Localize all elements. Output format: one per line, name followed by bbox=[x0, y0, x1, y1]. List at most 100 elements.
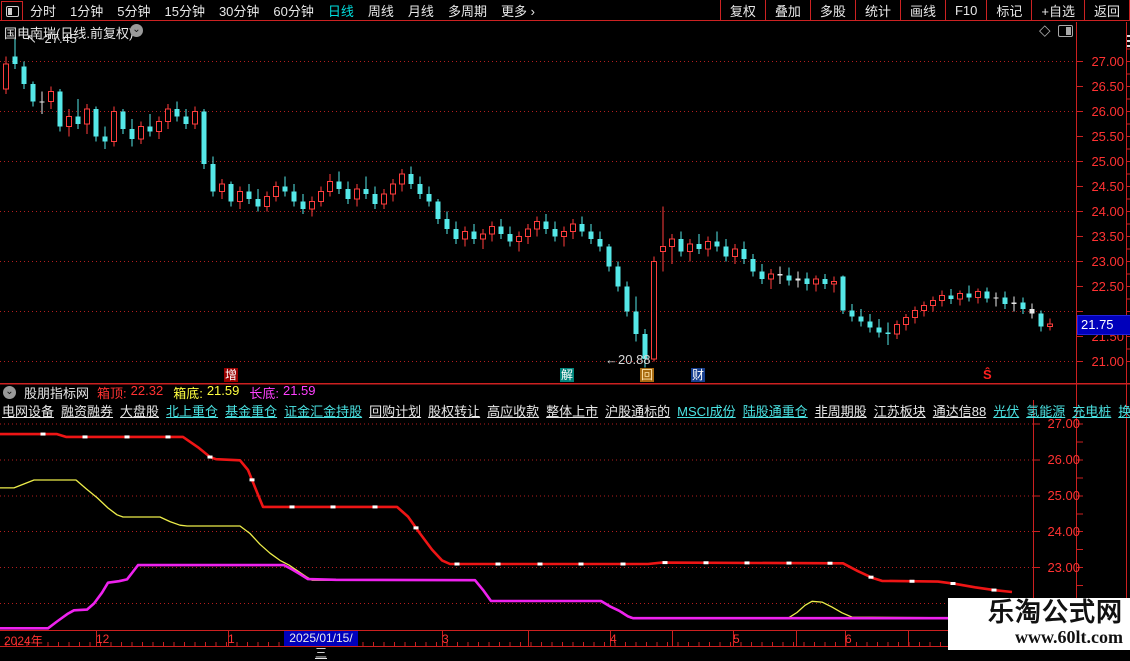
concept-tag-回购计划[interactable]: 回购计划 bbox=[369, 404, 421, 418]
period-tab-5分钟[interactable]: 5分钟 bbox=[117, 1, 150, 20]
concept-tag-通达信88[interactable]: 通达信88 bbox=[933, 404, 986, 418]
concept-tag-换电概念[interactable]: 换电概念 bbox=[1118, 404, 1130, 418]
price-axis-label: 24.00 bbox=[1091, 203, 1124, 219]
period-tab-30分钟[interactable]: 30分钟 bbox=[219, 1, 259, 20]
concept-tag-股权转让[interactable]: 股权转让 bbox=[428, 404, 480, 418]
price-axis-label: 22.50 bbox=[1091, 278, 1124, 294]
period-tab-日线[interactable]: 日线 bbox=[328, 1, 354, 20]
action-标记[interactable]: 标记 bbox=[987, 0, 1033, 21]
low-price-annotation: ←20.88 bbox=[605, 352, 651, 367]
event-badge-回[interactable]: 回 bbox=[640, 368, 655, 382]
action-叠加[interactable]: 叠加 bbox=[766, 0, 811, 21]
indicator-axis-label: 25.00 bbox=[1047, 487, 1080, 503]
indicator-axis-label: 23.00 bbox=[1047, 559, 1080, 575]
date-axis-label: 4 bbox=[610, 632, 617, 646]
concept-tag-光伏[interactable]: 光伏 bbox=[993, 404, 1019, 418]
price-axis-label: 26.50 bbox=[1091, 78, 1124, 94]
date-axis-label: 2024年 bbox=[4, 634, 43, 648]
period-tab-分时[interactable]: 分时 bbox=[30, 1, 56, 20]
date-axis-label: 12 bbox=[96, 632, 110, 646]
selected-date: 2025/01/15/ bbox=[289, 631, 353, 645]
price-axis-label: 21.00 bbox=[1091, 353, 1124, 369]
indicator-axis-label: 24.00 bbox=[1047, 523, 1080, 539]
event-badge-增[interactable]: 增 bbox=[224, 368, 239, 382]
price-axis-label: 23.00 bbox=[1091, 253, 1124, 269]
period-tab-1分钟[interactable]: 1分钟 bbox=[70, 1, 103, 20]
concept-tag-北上重仓[interactable]: 北上重仓 bbox=[166, 404, 218, 418]
indicator-field-label: 箱底: bbox=[173, 386, 203, 401]
concept-tag-电网设备[interactable]: 电网设备 bbox=[2, 404, 54, 418]
diamond-icon[interactable]: ◇ bbox=[1039, 23, 1051, 38]
price-axis-label: 27.00 bbox=[1091, 53, 1124, 69]
indicator-field: 箱底: 21.59 bbox=[173, 383, 239, 402]
toolbar-actions: 复权 叠加 多股 统计 画线 F10 标记 +自选 返回 bbox=[719, 0, 1130, 21]
chevron-down-icon[interactable]: ⌄ bbox=[130, 24, 143, 37]
action-复权[interactable]: 复权 bbox=[721, 0, 766, 21]
concept-tag-高应收款[interactable]: 高应收款 bbox=[487, 404, 539, 418]
concept-tag-基金重仓[interactable]: 基金重仓 bbox=[225, 404, 277, 418]
concept-tags-row: 电网设备 融资融券 大盘股 北上重仓 基金重仓 证金汇金持股 回购计划 股权转让 高应收款 整体上… bbox=[2, 401, 1130, 418]
indicator-source[interactable]: 股朋指标网 bbox=[24, 383, 89, 402]
half-filled-square-icon bbox=[5, 5, 19, 17]
title-row: 国电南瑞(日线.前复权) ⌄ ◇ bbox=[0, 21, 1130, 41]
indicator-field-label: 长底: bbox=[249, 386, 279, 401]
concept-tag-氢能源[interactable]: 氢能源 bbox=[1026, 404, 1065, 418]
date-axis-label: 1 bbox=[228, 632, 235, 646]
price-axis-label: 23.50 bbox=[1091, 228, 1124, 244]
top-toolbar: 分时 1分钟 5分钟 15分钟 30分钟 60分钟 日线 周线 月线 多周期 更多 › 复权 叠加 多股… bbox=[0, 0, 1130, 21]
price-axis-label: 25.00 bbox=[1091, 153, 1124, 169]
period-tab-周线[interactable]: 周线 bbox=[368, 1, 394, 20]
selected-date-badge[interactable]: 2025/01/15/三 bbox=[284, 631, 358, 660]
action-多股[interactable]: 多股 bbox=[811, 0, 856, 21]
indicator-field-value: 21.59 bbox=[282, 383, 316, 398]
event-badge-财[interactable]: 财 bbox=[691, 368, 706, 382]
indicator-axis-label: 26.00 bbox=[1047, 451, 1080, 467]
date-axis-label: 6 bbox=[845, 632, 852, 646]
period-tab-60分钟[interactable]: 60分钟 bbox=[273, 1, 313, 20]
indicator-field-value: 21.59 bbox=[206, 383, 240, 398]
watermark-title: 乐淘公式网 bbox=[987, 597, 1123, 627]
concept-tag-证金汇金持股[interactable]: 证金汇金持股 bbox=[284, 404, 362, 418]
price-axis-label: 25.50 bbox=[1091, 128, 1124, 144]
page-title: 国电南瑞(日线.前复权) bbox=[4, 26, 134, 41]
event-badge-Ŝ[interactable]: Ŝ bbox=[982, 368, 993, 382]
period-tab-多周期[interactable]: 多周期 bbox=[448, 1, 487, 20]
period-tab-更多 ›[interactable]: 更多 › bbox=[501, 1, 535, 20]
event-badge-解[interactable]: 解 bbox=[560, 368, 575, 382]
concept-tag-非周期股[interactable]: 非周期股 bbox=[815, 404, 867, 418]
concept-tag-MSCI成份[interactable]: MSCI成份 bbox=[677, 404, 736, 418]
selected-weekday: 三 bbox=[314, 646, 327, 660]
date-axis-label: 5 bbox=[733, 632, 740, 646]
action-+自选[interactable]: +自选 bbox=[1032, 0, 1085, 21]
watermark: 乐淘公式网 www.60lt.com bbox=[948, 598, 1130, 650]
action-返回[interactable]: 返回 bbox=[1085, 0, 1130, 21]
indicator-field-value: 22.32 bbox=[130, 383, 164, 398]
indicator-field: 长底: 21.59 bbox=[249, 383, 315, 402]
indicator-field: 箱顶: 22.32 bbox=[97, 383, 163, 402]
chart-canvas[interactable] bbox=[0, 0, 1130, 650]
concept-tag-融资融券[interactable]: 融资融券 bbox=[61, 404, 113, 418]
concept-tag-沪股通标的[interactable]: 沪股通标的 bbox=[605, 404, 670, 418]
concept-tag-江苏板块[interactable]: 江苏板块 bbox=[874, 404, 926, 418]
concept-tag-整体上市[interactable]: 整体上市 bbox=[546, 404, 598, 418]
action-统计[interactable]: 统计 bbox=[856, 0, 901, 21]
arrow-left-icon: ← bbox=[605, 352, 618, 367]
indicator-fields: 箱顶: 22.32 箱底: 21.59 长底: 21.59 bbox=[97, 383, 316, 402]
last-price-badge: 21.75 bbox=[1077, 315, 1130, 336]
period-tab-月线[interactable]: 月线 bbox=[408, 1, 434, 20]
concept-tag-陆股通重仓[interactable]: 陆股通重仓 bbox=[743, 404, 808, 418]
window-icon[interactable] bbox=[1, 1, 23, 21]
price-axis-label: 24.50 bbox=[1091, 178, 1124, 194]
concept-tag-充电桩[interactable]: 充电桩 bbox=[1072, 404, 1111, 418]
concept-tag-大盘股[interactable]: 大盘股 bbox=[120, 404, 159, 418]
watermark-url: www.60lt.com bbox=[1015, 627, 1123, 647]
action-画线[interactable]: 画线 bbox=[901, 0, 946, 21]
indicator-header: ⌄ 股朋指标网 箱顶: 22.32 箱底: 21.59 长底: 21.59 bbox=[0, 383, 1130, 402]
panel-layout-icon[interactable] bbox=[1058, 25, 1073, 37]
period-tab-15分钟[interactable]: 15分钟 bbox=[164, 1, 204, 20]
action-F10[interactable]: F10 bbox=[946, 0, 988, 21]
chevron-down-circle-icon[interactable]: ⌄ bbox=[3, 386, 16, 399]
date-axis-label: 3 bbox=[442, 632, 449, 646]
period-tabs: 分时 1分钟 5分钟 15分钟 30分钟 60分钟 日线 周线 月线 多周期 更多 › bbox=[30, 0, 535, 21]
indicator-field-label: 箱顶: bbox=[97, 386, 127, 401]
